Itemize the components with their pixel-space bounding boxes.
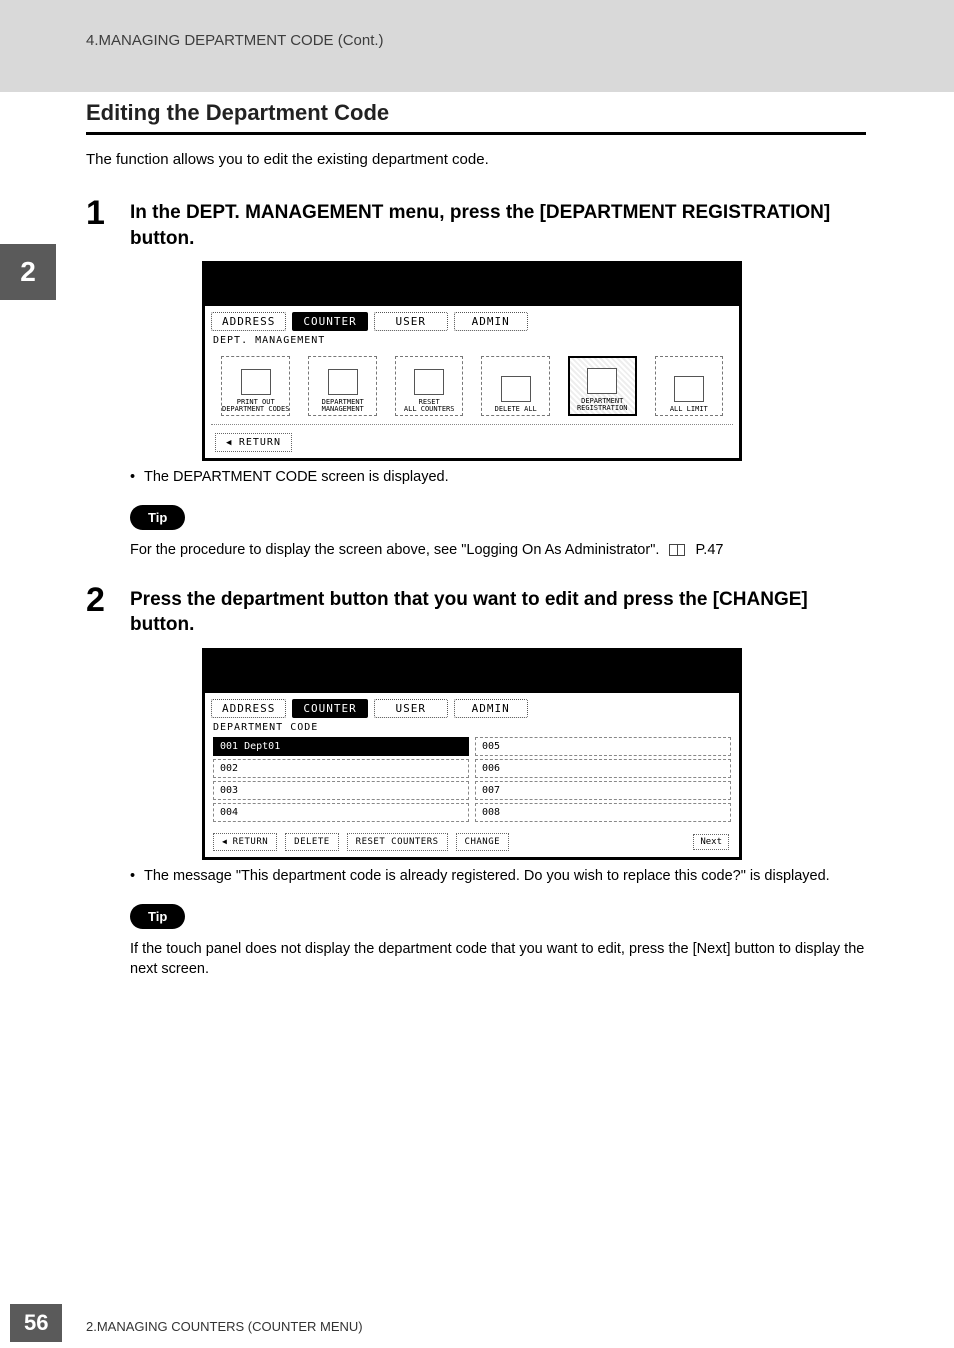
step-2-number: 2 [86, 583, 130, 617]
bullet-dot: • [130, 469, 144, 485]
ss1-icon-row: PRINT OUT DEPARTMENT CODES DEPARTMENT MA… [205, 350, 739, 424]
ss2-list: 001 Dept01 002 003 004 005 006 007 008 [205, 737, 739, 829]
step-1: 1 In the DEPT. MANAGEMENT menu, press th… [86, 196, 866, 251]
step-2-bullet-text: The message "This department code is alr… [144, 868, 830, 884]
step-1-bullet-text: The DEPARTMENT CODE screen is displayed. [144, 469, 449, 485]
ss2-tab-address[interactable]: ADDRESS [211, 699, 286, 718]
ss2-row-001-id: 001 [220, 741, 238, 752]
chapter-badge: 2 [0, 244, 56, 300]
ss2-row-006[interactable]: 006 [475, 759, 731, 778]
ss1-icon-deleteall[interactable]: DELETE ALL [481, 356, 550, 416]
ss2-row-001[interactable]: 001 Dept01 [213, 737, 469, 756]
ss2-row-008[interactable]: 008 [475, 803, 731, 822]
ss2-black-top [205, 651, 739, 693]
ss2-row-003[interactable]: 003 [213, 781, 469, 800]
ss1-black-top [205, 264, 739, 306]
step-2: 2 Press the department button that you w… [86, 583, 866, 638]
ss2-return-button[interactable]: RETURN [213, 833, 277, 851]
book-icon [669, 544, 685, 556]
page: 4.MANAGING DEPARTMENT CODE (Cont.) 2 Edi… [0, 0, 954, 1348]
ss2-subtitle: DEPARTMENT CODE [205, 720, 739, 737]
ss2-row-001-name: Dept01 [244, 741, 280, 752]
ss1-hr [211, 424, 733, 425]
ss1-tab-admin[interactable]: ADMIN [454, 312, 528, 331]
deleteall-icon [501, 376, 531, 402]
tip-2-text: If the touch panel does not display the … [130, 939, 866, 980]
ss2-change-button[interactable]: CHANGE [456, 833, 510, 851]
ss2-row-004[interactable]: 004 [213, 803, 469, 822]
intro-text: The function allows you to edit the exis… [86, 151, 866, 168]
ss1-icon-reset[interactable]: RESET ALL COUNTERS [395, 356, 464, 416]
ss2-tabs: ADDRESS COUNTER USER ADMIN [205, 693, 739, 720]
ss1-icon-deptreg[interactable]: DEPARTMENT REGISTRATION [568, 356, 637, 416]
screenshot-1-wrap: ADDRESS COUNTER USER ADMIN DEPT. MANAGEM… [202, 261, 866, 461]
ss2-next-button[interactable]: Next [693, 834, 729, 850]
ss2-tab-user[interactable]: USER [374, 699, 448, 718]
ss1-icon-deleteall-label: DELETE ALL [495, 406, 537, 413]
tip-1-prefix: For the procedure to display the screen … [130, 542, 659, 558]
screenshot-1: ADDRESS COUNTER USER ADMIN DEPT. MANAGEM… [202, 261, 742, 461]
bullet-dot-2: • [130, 868, 144, 884]
tip-1-text: For the procedure to display the screen … [130, 540, 866, 560]
ss1-tabs: ADDRESS COUNTER USER ADMIN [205, 306, 739, 333]
screenshot-2-wrap: ADDRESS COUNTER USER ADMIN DEPARTMENT CO… [202, 648, 866, 860]
footer-text: 2.MANAGING COUNTERS (COUNTER MENU) [86, 1319, 363, 1334]
tip-1-badge: Tip [130, 505, 185, 530]
ss1-tab-user[interactable]: USER [374, 312, 448, 331]
paper-area: 4.MANAGING DEPARTMENT CODE (Cont.) 2 Edi… [0, 0, 954, 1348]
ss1-return-button[interactable]: RETURN [215, 433, 292, 452]
ss2-col-left: 001 Dept01 002 003 004 [213, 737, 469, 825]
ss2-delete-button[interactable]: DELETE [285, 833, 339, 851]
ss2-button-row: RETURN DELETE RESET COUNTERS CHANGE Next [205, 829, 739, 857]
deptreg-icon [587, 368, 617, 394]
ss2-row-002[interactable]: 002 [213, 759, 469, 778]
step-1-number: 1 [86, 196, 130, 230]
reset-icon [414, 369, 444, 395]
section-title: Editing the Department Code [86, 100, 866, 126]
step-2-bullet: • The message "This department code is a… [130, 868, 866, 884]
ss2-tab-admin[interactable]: ADMIN [454, 699, 528, 718]
ss1-icon-deptmgmt[interactable]: DEPARTMENT MANAGEMENT [308, 356, 377, 416]
ss1-icon-alllimit-label: ALL LIMIT [670, 406, 708, 413]
tip-2-badge: Tip [130, 904, 185, 929]
step-1-text: In the DEPT. MANAGEMENT menu, press the … [130, 196, 866, 251]
page-footer: 56 2.MANAGING COUNTERS (COUNTER MENU) [0, 1312, 954, 1348]
screenshot-2: ADDRESS COUNTER USER ADMIN DEPARTMENT CO… [202, 648, 742, 860]
ss1-icon-alllimit[interactable]: ALL LIMIT [655, 356, 724, 416]
ss1-icon-deptmgmt-label: DEPARTMENT MANAGEMENT [322, 399, 364, 414]
alllimit-icon [674, 376, 704, 402]
content-area: Editing the Department Code The function… [86, 100, 866, 1001]
ss1-tab-counter[interactable]: COUNTER [292, 312, 367, 331]
deptmgmt-icon [328, 369, 358, 395]
step-2-text: Press the department button that you wan… [130, 583, 866, 638]
header-breadcrumb: 4.MANAGING DEPARTMENT CODE (Cont.) [86, 32, 384, 49]
printout-icon [241, 369, 271, 395]
header-bar: 4.MANAGING DEPARTMENT CODE (Cont.) [0, 0, 954, 92]
page-number: 56 [10, 1304, 62, 1342]
ss2-row-007[interactable]: 007 [475, 781, 731, 800]
step-1-bullet: • The DEPARTMENT CODE screen is displaye… [130, 469, 866, 485]
ss1-tab-address[interactable]: ADDRESS [211, 312, 286, 331]
ss2-row-005[interactable]: 005 [475, 737, 731, 756]
ss1-icon-deptreg-label: DEPARTMENT REGISTRATION [577, 398, 628, 413]
ss1-icon-printout[interactable]: PRINT OUT DEPARTMENT CODES [221, 356, 290, 416]
tip-1-pageref: P.47 [696, 542, 724, 558]
ss1-icon-reset-label: RESET ALL COUNTERS [404, 399, 455, 414]
ss1-icon-printout-label: PRINT OUT DEPARTMENT CODES [222, 399, 289, 414]
ss2-tab-counter[interactable]: COUNTER [292, 699, 367, 718]
ss2-col-right: 005 006 007 008 [475, 737, 731, 825]
ss2-cols: 001 Dept01 002 003 004 005 006 007 008 [213, 737, 731, 825]
ss2-resetcounters-button[interactable]: RESET COUNTERS [347, 833, 448, 851]
section-rule [86, 132, 866, 135]
ss1-subtitle: DEPT. MANAGEMENT [205, 333, 739, 350]
